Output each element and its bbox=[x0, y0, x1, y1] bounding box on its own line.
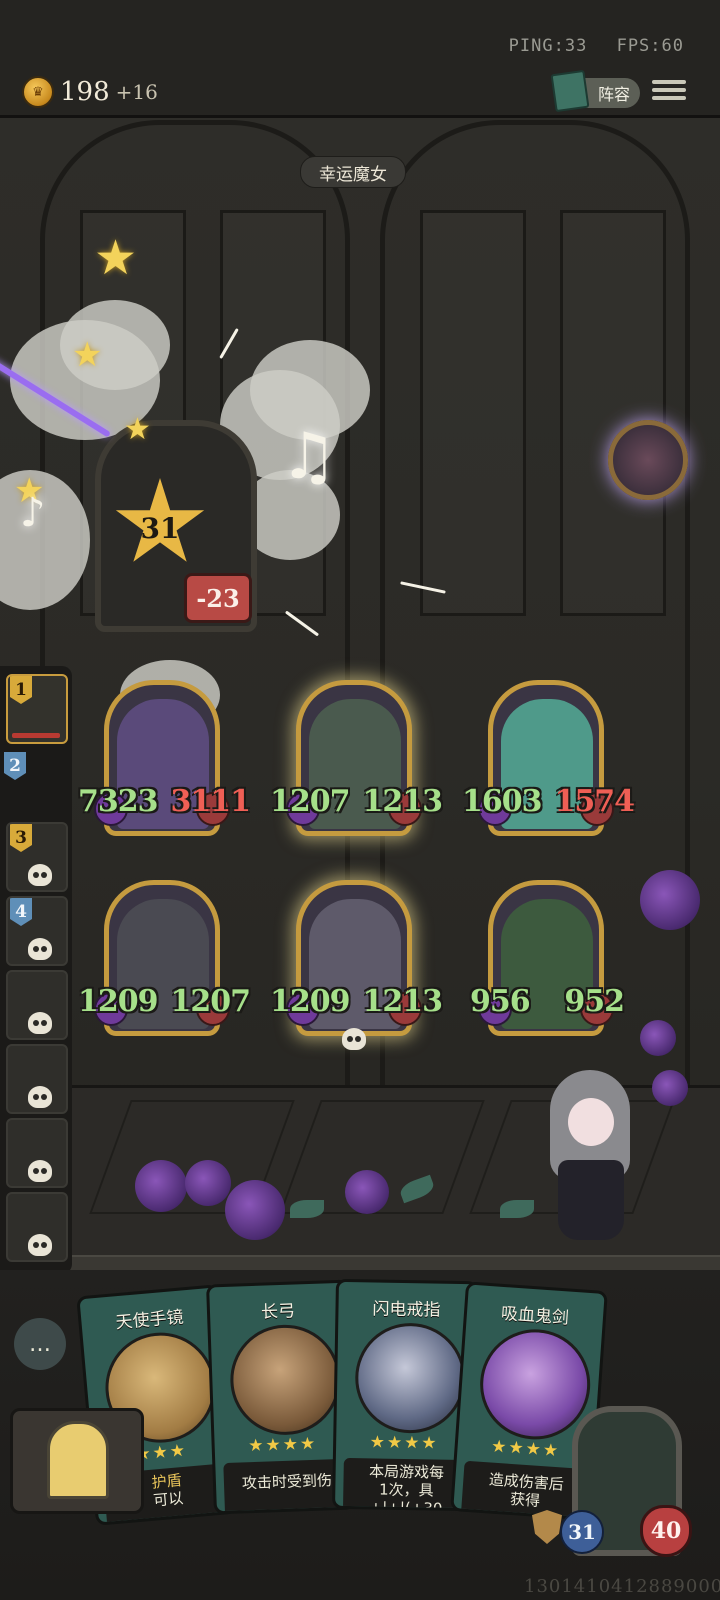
top-bar: PING:33 FPS:60 ♛ 198 +16 阵容 bbox=[0, 0, 720, 118]
opponent-name-tag: 幸运魔女 bbox=[300, 156, 406, 188]
player-slot[interactable] bbox=[6, 1044, 68, 1114]
card-title: 天使手镜 bbox=[114, 1307, 185, 1334]
card-title: 闪电戒指 bbox=[372, 1299, 441, 1321]
damage-badge: -23 bbox=[184, 573, 252, 623]
board-unit[interactable]: 1209 1207 bbox=[78, 880, 251, 1036]
character-face bbox=[568, 1098, 614, 1146]
star-icon: ★ bbox=[124, 412, 151, 447]
rank-badge: 1 bbox=[10, 676, 32, 704]
fps-readout: FPS:60 bbox=[616, 36, 684, 56]
skull-icon bbox=[28, 1160, 52, 1182]
skull-icon bbox=[28, 1012, 52, 1034]
player-slot[interactable]: 3 bbox=[6, 822, 68, 892]
star-icon: ★ bbox=[94, 230, 138, 286]
unit-health: 1213 bbox=[362, 784, 443, 819]
gold-income: +16 bbox=[115, 80, 158, 104]
leaf-decoration bbox=[290, 1200, 324, 1218]
board-unit[interactable]: 7323 3111 bbox=[78, 680, 251, 836]
unit-attack: 1207 bbox=[270, 784, 350, 819]
board-unit[interactable]: 1207 1213 bbox=[270, 680, 443, 836]
skull-icon bbox=[28, 1086, 52, 1108]
gold-counter: ♛ 198 +16 bbox=[22, 76, 158, 108]
opponent-level: 31 bbox=[140, 511, 180, 545]
lineup-button-label: 阵容 bbox=[597, 85, 630, 104]
rose-decoration bbox=[652, 1070, 688, 1106]
card-desc-line: 本局游戏每 bbox=[368, 1462, 445, 1482]
player-slot[interactable] bbox=[6, 970, 68, 1040]
pocket-watch-icon[interactable] bbox=[608, 420, 688, 500]
hamburger-menu-icon[interactable] bbox=[652, 76, 686, 106]
leaf-decoration bbox=[500, 1200, 534, 1218]
unit-health: 952 bbox=[564, 984, 625, 1019]
opponent-name: 幸运魔女 bbox=[319, 164, 387, 185]
rank-badge: 3 bbox=[10, 824, 32, 852]
card-desc-line: 攻击时受到伤 bbox=[241, 1471, 333, 1493]
unit-health: 1574 bbox=[554, 784, 635, 819]
unit-attack: 7323 bbox=[78, 784, 158, 819]
rose-decoration bbox=[640, 1020, 676, 1056]
board-unit[interactable]: 956 952 bbox=[470, 880, 625, 1036]
skull-icon bbox=[28, 1234, 52, 1256]
board-unit[interactable]: 1209 1213 bbox=[270, 880, 443, 1050]
shop-chest[interactable] bbox=[10, 1408, 144, 1514]
lightning-ring-icon bbox=[354, 1322, 467, 1435]
rose-decoration bbox=[345, 1170, 389, 1214]
unit-attack: 956 bbox=[470, 984, 531, 1019]
window-panel bbox=[420, 210, 526, 616]
skull-icon bbox=[28, 864, 52, 886]
skull-icon bbox=[342, 1028, 366, 1050]
card-stars: ★★★★ bbox=[247, 1433, 318, 1457]
chat-bubble-icon[interactable]: … bbox=[14, 1318, 66, 1370]
ping-readout: PING:33 bbox=[508, 36, 588, 56]
unit-attack: 1209 bbox=[270, 984, 350, 1019]
rank-badge: 2 bbox=[4, 752, 26, 780]
rose-decoration bbox=[640, 870, 700, 930]
player-slot[interactable] bbox=[6, 1118, 68, 1188]
window-panel bbox=[560, 210, 666, 616]
health-bar bbox=[12, 733, 60, 738]
card-title: 长弓 bbox=[260, 1301, 296, 1323]
gold-amount: 198 bbox=[60, 77, 110, 107]
unit-attack: 1603 bbox=[462, 784, 542, 819]
skull-icon bbox=[28, 938, 52, 960]
hero-attack: 31 bbox=[560, 1510, 604, 1554]
board-unit[interactable]: 1603 1574 bbox=[462, 680, 635, 836]
unit-attack: 1209 bbox=[78, 984, 158, 1019]
crossbow-icon bbox=[228, 1322, 343, 1437]
rank-badge: 4 bbox=[10, 898, 32, 926]
unit-health: 1207 bbox=[170, 984, 251, 1019]
wolf-silhouette-icon bbox=[47, 1421, 109, 1499]
damage-value: -23 bbox=[196, 583, 240, 613]
crown-coin-icon: ♛ bbox=[22, 76, 54, 108]
unit-health: 1213 bbox=[362, 984, 443, 1019]
player-ranking-sidebar: 1 2 3 4 bbox=[0, 666, 72, 1274]
book-icon bbox=[550, 69, 590, 113]
hero-health: 40 bbox=[640, 1505, 692, 1557]
card-stars: ★★★★ bbox=[369, 1432, 439, 1454]
player-slot[interactable]: 1 bbox=[6, 674, 68, 744]
rose-decoration bbox=[135, 1160, 187, 1212]
match-seed: 1301410412889000 bbox=[524, 1576, 720, 1597]
character-dress bbox=[558, 1160, 624, 1240]
player-character bbox=[540, 1070, 640, 1250]
game-scene: PING:33 FPS:60 ♛ 198 +16 阵容 幸运魔女 ★ ★ ★ ★… bbox=[0, 0, 720, 1600]
star-icon: ★ bbox=[72, 335, 103, 375]
rose-decoration bbox=[225, 1180, 285, 1240]
card-title: 吸血鬼剑 bbox=[500, 1303, 570, 1329]
unit-health: 3111 bbox=[170, 784, 251, 819]
music-note-icon: ♪ bbox=[20, 490, 46, 536]
network-stats: PING:33 FPS:60 bbox=[491, 36, 684, 56]
player-slot[interactable] bbox=[6, 1192, 68, 1262]
player-slot[interactable]: 4 bbox=[6, 896, 68, 966]
music-note-icon: ♫ bbox=[280, 420, 338, 494]
rose-decoration bbox=[185, 1160, 231, 1206]
